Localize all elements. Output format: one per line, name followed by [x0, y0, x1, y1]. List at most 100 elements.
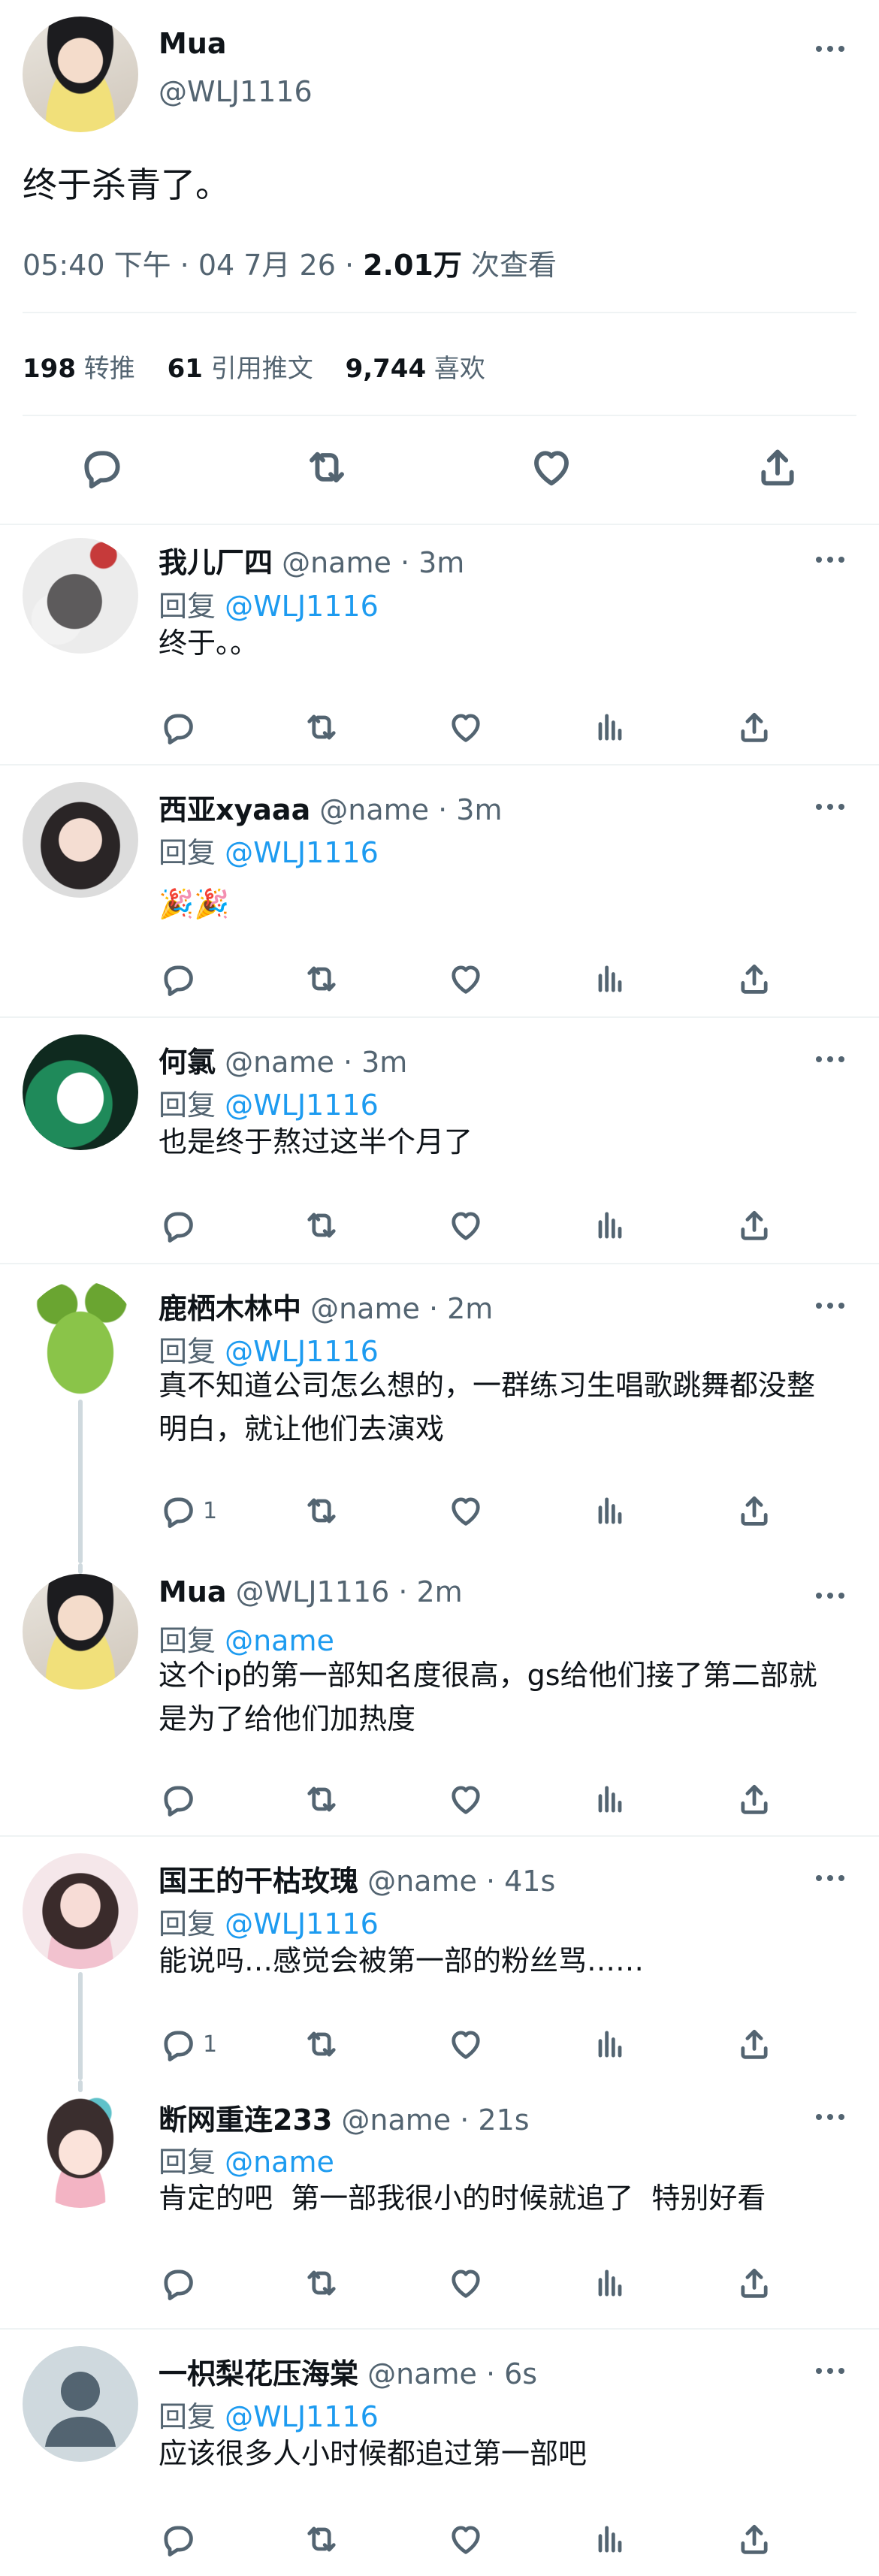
views-icon[interactable] — [591, 2023, 630, 2065]
reply-item[interactable]: 断网重连233 @name · 21s 回复 @name 肯定的吧 第一部我很小… — [0, 2080, 879, 2329]
divider — [0, 524, 879, 525]
like-icon[interactable] — [446, 958, 485, 1000]
like-icon[interactable] — [446, 1204, 485, 1246]
retweets-stat[interactable]: 198 转推 — [23, 354, 135, 384]
retweet-icon[interactable] — [302, 1490, 341, 1532]
like-icon[interactable] — [446, 1490, 485, 1532]
share-icon[interactable] — [735, 706, 774, 748]
retweet-icon[interactable] — [302, 1778, 341, 1820]
reply-icon[interactable] — [158, 706, 203, 748]
reply-author-name[interactable]: 我儿厂四 — [159, 546, 273, 579]
retweet-icon[interactable] — [302, 2023, 341, 2065]
reply-author-name[interactable]: 何氯 — [159, 1046, 216, 1079]
reply-author-name[interactable]: 断网重连233 — [159, 2103, 332, 2137]
avatar[interactable] — [23, 1281, 138, 1397]
mention-link[interactable]: @WLJ1116 — [225, 1907, 379, 1940]
share-icon[interactable] — [735, 2262, 774, 2304]
views-icon[interactable] — [591, 1490, 630, 1532]
reply-to: 回复 @name — [159, 2139, 334, 2180]
mention-link[interactable]: @name — [225, 1624, 334, 1657]
like-icon[interactable] — [446, 706, 485, 748]
author-name[interactable]: Mua — [159, 27, 227, 60]
avatar[interactable] — [23, 1574, 138, 1690]
reply-icon[interactable] — [158, 1204, 203, 1246]
more-icon[interactable] — [811, 1867, 849, 1889]
share-icon[interactable] — [735, 958, 774, 1000]
more-icon[interactable] — [811, 1584, 849, 1607]
mention-link[interactable]: @WLJ1116 — [225, 2400, 379, 2433]
views-icon[interactable] — [591, 958, 630, 1000]
reply-item[interactable]: 何氯 @name · 3m 回复 @WLJ1116 也是终于熬过这半个月了 — [0, 1018, 879, 1264]
main-tweet: Mua @WLJ1116 终于杀青了。 05:40 下午 · 04 7月 26 … — [0, 0, 879, 526]
like-icon[interactable] — [527, 443, 575, 491]
retweet-icon[interactable] — [302, 2262, 341, 2304]
views-icon[interactable] — [591, 1778, 630, 1820]
avatar[interactable] — [23, 2092, 138, 2208]
more-icon[interactable] — [811, 38, 849, 60]
avatar[interactable] — [23, 1853, 138, 1969]
more-icon[interactable] — [811, 796, 849, 818]
like-icon[interactable] — [446, 2023, 485, 2065]
more-icon[interactable] — [811, 1294, 849, 1317]
share-icon[interactable] — [735, 1778, 774, 1820]
reply-to: 回复 @WLJ1116 — [159, 829, 379, 871]
reply-item[interactable]: 国王的干枯玫瑰 @name · 41s 回复 @WLJ1116 能说吗…感觉会被… — [0, 1837, 879, 2080]
reply-item[interactable]: 鹿栖木林中 @name · 2m 回复 @WLJ1116 真不知道公司怎么想的，… — [0, 1264, 879, 1563]
avatar[interactable] — [23, 782, 138, 898]
reply-author-name[interactable]: 一枳梨花压海棠 — [159, 2357, 358, 2390]
reply-actions — [0, 2262, 879, 2304]
avatar[interactable] — [23, 2346, 138, 2462]
avatar[interactable] — [23, 538, 138, 654]
views-icon[interactable] — [591, 2518, 630, 2560]
reply-author-name[interactable]: 西亚xyaaa — [159, 793, 310, 826]
reply-icon[interactable] — [77, 443, 125, 491]
like-icon[interactable] — [446, 1778, 485, 1820]
reply-icon[interactable] — [158, 2518, 203, 2560]
more-icon[interactable] — [811, 2360, 849, 2382]
author-avatar[interactable] — [23, 17, 138, 132]
retweet-icon[interactable] — [302, 2518, 341, 2560]
reply-meta: @name · 3m — [216, 1046, 408, 1079]
reply-item[interactable]: 西亚xyaaa @name · 3m 回复 @WLJ1116 🎉🎉 — [0, 766, 879, 1017]
share-icon[interactable] — [735, 2518, 774, 2560]
author-handle[interactable]: @WLJ1116 — [159, 75, 313, 108]
reply-text: 真不知道公司怎么想的，一群练习生唱歌跳舞都没整明白，就让他们去演戏 — [159, 1369, 816, 1445]
reply-icon[interactable] — [158, 2262, 203, 2304]
mention-link[interactable]: @WLJ1116 — [225, 836, 379, 869]
reply-item[interactable]: Mua @WLJ1116 · 2m 回复 @name 这个ip的第一部知名度很高… — [0, 1563, 879, 1836]
reply-author-name[interactable]: 鹿栖木林中 — [159, 1292, 301, 1325]
share-icon[interactable] — [754, 443, 802, 491]
reply-prefix: 回复 — [159, 836, 225, 869]
share-icon[interactable] — [735, 1204, 774, 1246]
likes-stat[interactable]: 9,744 喜欢 — [346, 354, 485, 384]
reply-author-name[interactable]: Mua — [159, 1575, 227, 1608]
reply-icon[interactable]: 1 — [158, 1490, 217, 1532]
retweet-icon[interactable] — [302, 958, 341, 1000]
views-icon[interactable] — [591, 706, 630, 748]
mention-link[interactable]: @name — [225, 2146, 334, 2179]
mention-link[interactable]: @WLJ1116 — [225, 1089, 379, 1122]
views-icon[interactable] — [591, 1204, 630, 1246]
retweet-icon[interactable] — [302, 706, 341, 748]
reply-icon[interactable] — [158, 1778, 203, 1820]
reply-item[interactable]: 一枳梨花压海棠 @name · 6s 回复 @WLJ1116 应该很多人小时候都… — [0, 2330, 879, 2576]
retweet-icon[interactable] — [302, 1204, 341, 1246]
reply-author-name[interactable]: 国王的干枯玫瑰 — [159, 1865, 358, 1898]
share-icon[interactable] — [735, 2023, 774, 2065]
like-icon[interactable] — [446, 2518, 485, 2560]
views-icon[interactable] — [591, 2262, 630, 2304]
share-icon[interactable] — [735, 1490, 774, 1532]
more-icon[interactable] — [811, 2106, 849, 2128]
more-icon[interactable] — [811, 548, 849, 571]
reply-icon[interactable]: 1 — [158, 2023, 217, 2065]
reply-item[interactable]: 我儿厂四 @name · 3m 回复 @WLJ1116 终于。。 — [0, 526, 879, 765]
mention-link[interactable]: @WLJ1116 — [225, 590, 379, 623]
quotes-stat[interactable]: 61 引用推文 — [168, 354, 313, 384]
avatar[interactable] — [23, 1034, 138, 1150]
views-label: 次查看 — [461, 249, 557, 282]
like-icon[interactable] — [446, 2262, 485, 2304]
reply-icon[interactable] — [158, 958, 203, 1000]
more-icon[interactable] — [811, 1048, 849, 1071]
retweet-icon[interactable] — [303, 443, 351, 491]
reply-header: 断网重连233 @name · 21s — [159, 2097, 530, 2138]
